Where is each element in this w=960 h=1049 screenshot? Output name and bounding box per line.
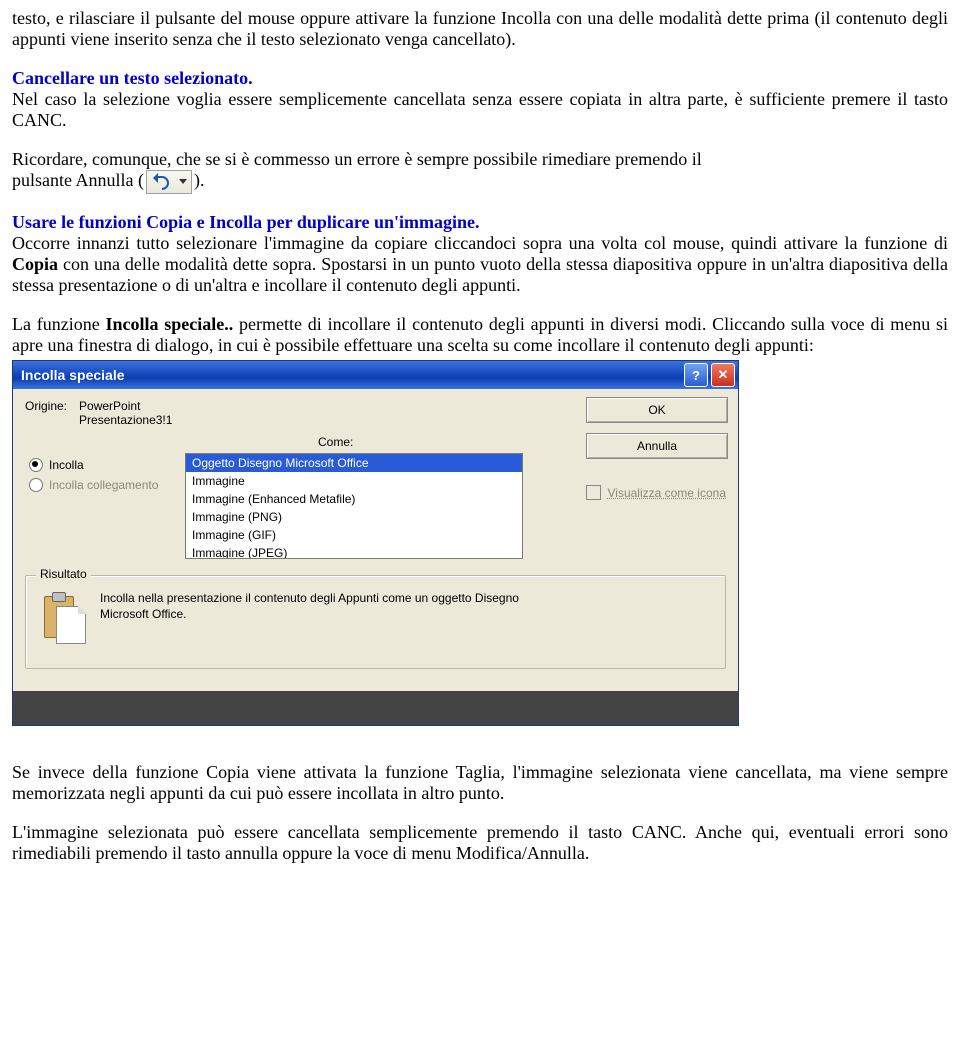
dialog-screenshot: Incolla speciale ? ✕ Origine: PowerPoint…: [12, 360, 948, 726]
show-icon-label: Visualizza come icona: [607, 486, 726, 500]
dialog-title: Incolla speciale: [21, 367, 681, 383]
list-item[interactable]: Immagine: [186, 472, 522, 490]
radio-off-icon: [29, 478, 43, 492]
chevron-down-icon: [179, 179, 187, 184]
heading-cancel: Cancellare un testo selezionato.: [12, 68, 253, 88]
undo-icon: [146, 170, 192, 194]
text-copyimg-a: Occorre innanzi tutto selezionare l'imma…: [12, 233, 948, 253]
result-legend: Risultato: [36, 567, 91, 581]
heading-copyimg: Usare le funzioni Copia e Incolla per du…: [12, 212, 480, 232]
paragraph-intro: testo, e rilasciare il pulsante del mous…: [12, 8, 948, 50]
paragraph-remember-b: pulsante Annulla ( ).: [12, 170, 948, 194]
help-button[interactable]: ?: [684, 363, 708, 387]
list-item[interactable]: Immagine (PNG): [186, 508, 522, 526]
paragraph-after-1: Se invece della funzione Copia viene att…: [12, 762, 948, 804]
list-item[interactable]: Immagine (GIF): [186, 526, 522, 544]
radio-link-label: Incolla collegamento: [49, 478, 158, 492]
radio-on-icon: [29, 458, 43, 472]
paragraph-cancel: Cancellare un testo selezionato.: [12, 68, 948, 89]
paragraph-special: La funzione Incolla speciale.. permette …: [12, 314, 948, 356]
text-annulla-suffix: ).: [194, 170, 205, 190]
origin-object: Presentazione3!1: [79, 413, 172, 427]
cancel-label: Annulla: [637, 439, 677, 453]
ok-label: OK: [648, 403, 665, 417]
text-special-bold: Incolla speciale..: [106, 314, 234, 334]
text-annulla-prefix: pulsante Annulla (: [12, 170, 144, 190]
result-text: Incolla nella presentazione il contenuto…: [100, 590, 530, 622]
format-listbox[interactable]: Oggetto Disegno Microsoft Office Immagin…: [185, 453, 523, 559]
cancel-button[interactable]: Annulla: [586, 433, 728, 459]
text-copia-bold: Copia: [12, 254, 58, 274]
show-as-icon-checkbox: Visualizza come icona: [586, 485, 726, 500]
radio-incolla-label: Incolla: [49, 458, 84, 472]
text-copyimg-b: con una delle modalità dette sopra. Spos…: [12, 254, 948, 295]
paste-special-dialog: Incolla speciale ? ✕ Origine: PowerPoint…: [12, 360, 739, 726]
ok-button[interactable]: OK: [586, 397, 728, 423]
radio-incolla[interactable]: Incolla: [29, 455, 158, 475]
clipboard-icon: [40, 590, 86, 642]
paragraph-copyimg: Usare le funzioni Copia e Incolla per du…: [12, 212, 948, 296]
dialog-titlebar[interactable]: Incolla speciale ? ✕: [13, 361, 738, 389]
checkbox-icon: [586, 485, 601, 500]
dialog-bottom-strip: [13, 691, 738, 725]
list-item[interactable]: Oggetto Disegno Microsoft Office: [186, 454, 522, 472]
origin-label: Origine:: [25, 399, 67, 427]
list-item[interactable]: Immagine (JPEG): [186, 544, 522, 559]
list-item[interactable]: Immagine (Enhanced Metafile): [186, 490, 522, 508]
origin-app: PowerPoint: [79, 399, 140, 413]
paragraph-remember-a: Ricordare, comunque, che se si è commess…: [12, 149, 948, 170]
radio-incolla-collegamento: Incolla collegamento: [29, 475, 158, 495]
paragraph-cancel-body: Nel caso la selezione voglia essere semp…: [12, 89, 948, 131]
text-special-a: La funzione: [12, 314, 106, 334]
paragraph-after-2: L'immagine selezionata può essere cancel…: [12, 822, 948, 864]
close-button[interactable]: ✕: [711, 363, 735, 387]
result-fieldset: Risultato Incolla nella presentazione il…: [25, 575, 726, 669]
come-label: Come:: [318, 435, 353, 449]
